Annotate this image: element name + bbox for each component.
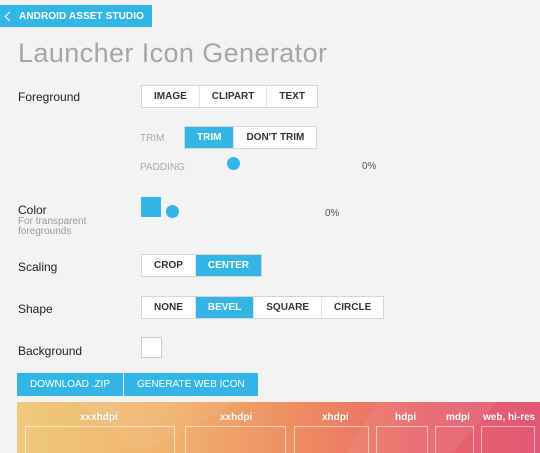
icon-preview-xxxhdpi	[25, 426, 175, 453]
density-label-xhdpi: xhdpi	[322, 412, 349, 423]
icon-preview-hdpi	[376, 426, 428, 453]
shape-selector: NONE BEVEL SQUARE CIRCLE	[141, 296, 385, 319]
trim-option-dont-trim[interactable]: DON'T TRIM	[233, 127, 316, 148]
shape-option-square[interactable]: SQUARE	[253, 297, 321, 318]
density-label-mdpi: mdpi	[446, 412, 470, 423]
color-slider-handle[interactable]	[166, 205, 179, 218]
density-label-hdpi: hdpi	[395, 412, 417, 423]
density-label-xxxhdpi: xxxhdpi	[80, 412, 118, 423]
background-color-swatch[interactable]	[141, 337, 162, 358]
scaling-selector: CROP CENTER	[141, 254, 263, 277]
color-sublabel-line-2: foregrounds	[18, 226, 72, 237]
foreground-source-selector: IMAGE CLIPART TEXT	[141, 85, 318, 108]
foreground-option-text[interactable]: TEXT	[266, 86, 317, 107]
generate-web-icon-button[interactable]: GENERATE WEB ICON	[124, 373, 258, 396]
scaling-label: Scaling	[18, 260, 58, 274]
foreground-label: Foreground	[18, 90, 81, 104]
shape-option-circle[interactable]: CIRCLE	[321, 297, 383, 318]
page-title: Launcher Icon Generator	[18, 38, 328, 68]
chevron-left-icon	[4, 11, 15, 21]
shape-label: Shape	[18, 302, 53, 316]
trim-option-trim[interactable]: TRIM	[185, 127, 234, 148]
density-label-xxhdpi: xxhdpi	[220, 412, 253, 423]
icon-preview-web-hi-res	[481, 426, 535, 453]
back-to-asset-studio-button[interactable]: ANDROID ASSET STUDIO	[0, 5, 152, 27]
trim-selector: TRIM DON'T TRIM	[184, 126, 318, 149]
padding-value: 0%	[362, 161, 377, 172]
scaling-option-center[interactable]: CENTER	[194, 255, 262, 276]
back-button-label: ANDROID ASSET STUDIO	[19, 10, 144, 22]
icon-preview-xhdpi	[294, 426, 369, 453]
foreground-color-swatch[interactable]	[141, 197, 161, 217]
shape-option-bevel[interactable]: BEVEL	[194, 297, 254, 318]
color-value: 0%	[325, 208, 340, 219]
icon-preview-xxhdpi	[185, 426, 286, 453]
download-zip-button[interactable]: DOWNLOAD .ZIP	[17, 373, 124, 396]
density-label-web-hi-res: web, hi-res	[483, 412, 536, 423]
shape-option-none[interactable]: NONE	[142, 297, 195, 318]
color-label: Color	[18, 203, 47, 217]
trim-label: TRIM	[140, 133, 165, 144]
background-label: Background	[18, 344, 83, 358]
foreground-option-image[interactable]: IMAGE	[142, 86, 199, 107]
padding-slider-handle[interactable]	[227, 157, 240, 170]
scaling-option-crop[interactable]: CROP	[142, 255, 195, 276]
icon-preview-area: xxxhdpi xxhdpi xhdpi hdpi mdpi web, hi-r…	[17, 402, 540, 453]
foreground-option-clipart[interactable]: CLIPART	[198, 86, 267, 107]
icon-preview-mdpi	[435, 426, 474, 453]
padding-label: PADDING	[140, 162, 185, 173]
